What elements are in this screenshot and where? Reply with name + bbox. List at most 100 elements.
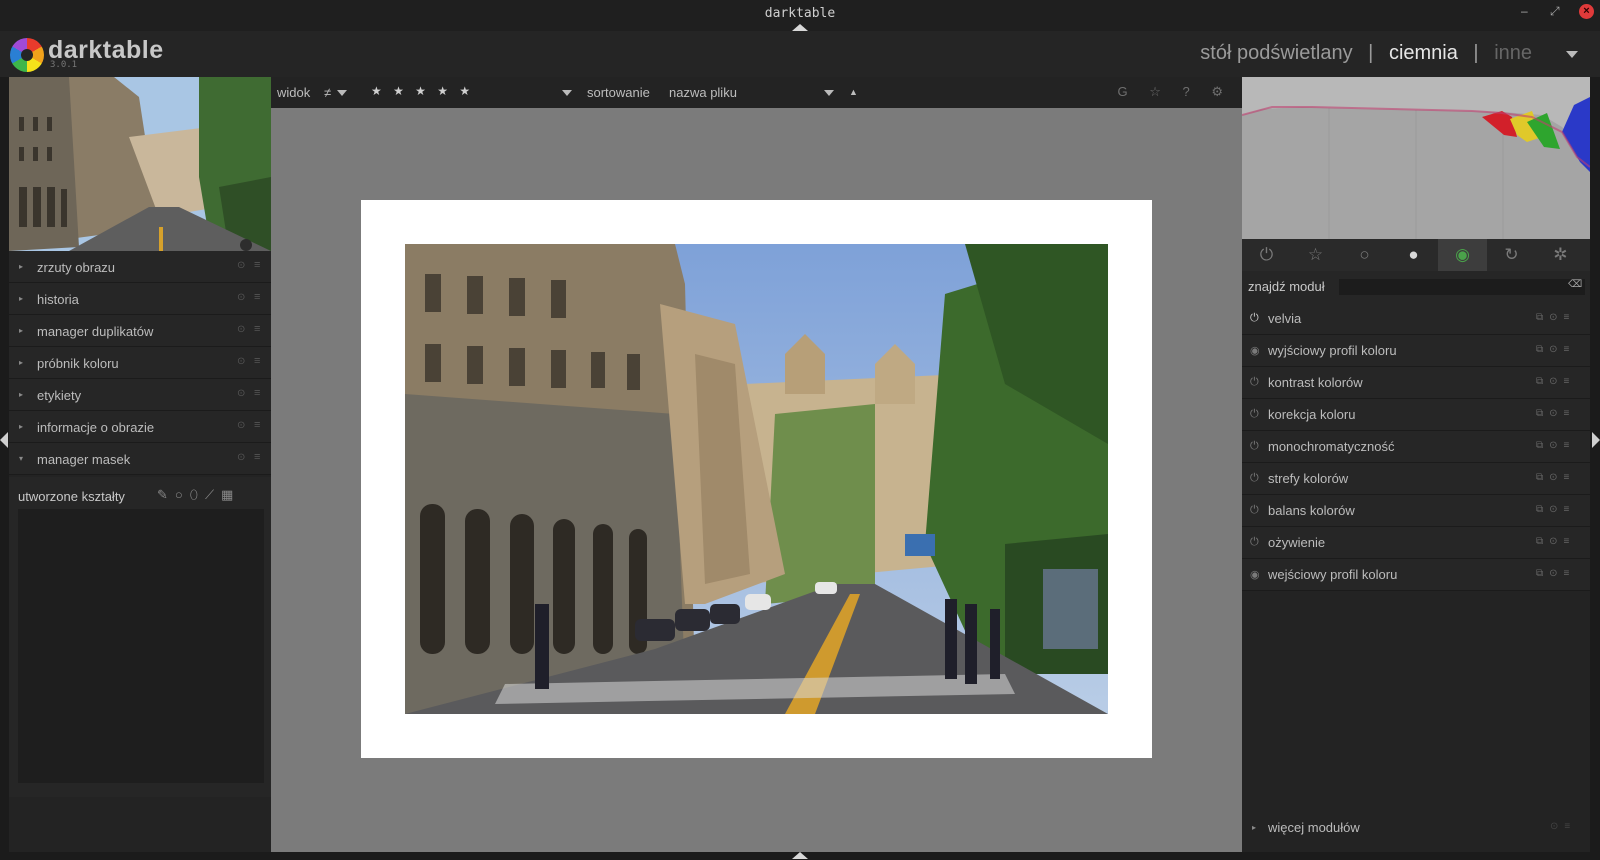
module-power-icon[interactable]: ⏻ [1250,376,1259,389]
reset-icon[interactable]: ⊙ [237,356,245,367]
module-action-icons[interactable]: ⧉⊙≡ [1536,440,1575,451]
more-modules-label: więcej modułów [1268,820,1360,835]
module-label: strefy kolorów [1268,471,1349,486]
view-other[interactable]: inne [1494,42,1532,64]
reset-icon[interactable]: ⊙ [237,452,245,463]
view-darkroom[interactable]: ciemnia [1389,42,1458,64]
module-color-contrast[interactable]: ⏻ kontrast kolorów ⧉⊙≡ [1242,367,1590,399]
navigation-thumbnail[interactable] [9,77,271,251]
topbar-right-icons[interactable]: G ☆ ? ⚙ [1118,84,1233,100]
left-panel-toggle-icon[interactable] [0,432,8,448]
tone-icon[interactable]: ● [1389,239,1438,271]
module-power-icon[interactable]: ⏻ [1250,472,1259,485]
module-duplicate-manager[interactable]: ▸ manager duplikatów ⊙ ≡ [9,315,271,347]
module-action-icons[interactable]: ⧉⊙≡ [1536,472,1575,483]
module-action-icons[interactable]: ⧉⊙≡ [1536,408,1575,419]
module-velvia[interactable]: ⏻ velvia ⧉⊙≡ [1242,303,1590,335]
rating-filter-stars[interactable]: ★ ★ ★ ★ ★ [371,84,474,98]
module-label: velvia [1268,311,1302,326]
reset-icon[interactable]: ⊙ [237,292,245,303]
presets-icon[interactable]: ≡ [254,355,260,367]
module-color-picker[interactable]: ▸ próbnik koloru ⊙ ≡ [9,347,271,379]
expand-arrow-icon: ▸ [19,390,24,399]
module-vibrance[interactable]: ⏻ ożywienie ⧉⊙≡ [1242,527,1590,559]
rating-dropdown-icon[interactable] [562,90,572,96]
sort-select[interactable]: nazwa pliku [669,85,737,100]
reset-icon[interactable]: ⊙ [237,420,245,431]
gradient-shape-icon[interactable]: ⟋ [205,487,221,502]
module-monochrome[interactable]: ⏻ monochromatyczność ⧉⊙≡ [1242,431,1590,463]
circle-shape-icon[interactable]: ○ [175,487,190,502]
view-lighttable[interactable]: stół podświetlany [1200,42,1352,64]
presets-icon[interactable]: ≡ [254,323,260,335]
reset-icon[interactable]: ⊙ [237,388,245,399]
module-always-on-icon: ◉ [1250,345,1260,357]
path-icon[interactable]: ✎ [157,487,175,502]
module-image-information[interactable]: ▸ informacje o obrazie ⊙ ≡ [9,411,271,443]
more-modules[interactable]: ▸ więcej modułów ⊙≡ [1242,813,1590,843]
color-icon[interactable]: ◉ [1438,239,1487,271]
presets-icon[interactable]: ≡ [254,387,260,399]
presets-icon[interactable]: ≡ [254,291,260,303]
module-mask-manager[interactable]: ▾ manager masek ⊙ ≡ [9,443,271,475]
sort-label: sortowanie [587,85,650,100]
module-action-icons[interactable]: ⧉⊙≡ [1536,344,1575,355]
histogram[interactable] [1242,77,1590,239]
brush-shape-icon[interactable]: ▦ [221,487,240,502]
module-color-balance[interactable]: ⏻ balans kolorów ⧉⊙≡ [1242,495,1590,527]
module-history[interactable]: ▸ historia ⊙ ≡ [9,283,271,315]
edited-photo[interactable] [405,244,1108,714]
effect-icon[interactable]: ✲ [1536,239,1585,271]
clear-search-icon[interactable]: ⌫ [1568,279,1582,290]
module-power-icon[interactable]: ⏻ [1250,504,1259,517]
circle-icon[interactable]: ○ [1340,239,1389,271]
module-action-icons[interactable]: ⧉⊙≡ [1536,504,1575,515]
image-canvas[interactable] [361,200,1152,758]
module-enabled-icon[interactable]: ⏻ [1250,312,1259,325]
module-search: znajdź moduł ⌫ [1242,271,1590,303]
presets-icon[interactable]: ≡ [254,419,260,431]
module-color-zones[interactable]: ⏻ strefy kolorów ⧉⊙≡ [1242,463,1590,495]
module-search-label: znajdź moduł [1248,279,1325,294]
shapes-list[interactable] [18,509,264,783]
module-action-icons[interactable]: ⧉⊙≡ [1536,312,1575,323]
sort-dropdown-icon[interactable] [824,90,834,96]
correct-icon[interactable]: ↻ [1487,239,1536,271]
module-label: ożywienie [1268,535,1326,550]
comparator-select[interactable]: ≠ [324,85,331,100]
module-search-input[interactable] [1339,279,1585,295]
maximize-button[interactable]: ⤢ [1550,4,1560,19]
module-action-icons[interactable]: ⧉⊙≡ [1536,376,1575,387]
close-button[interactable]: × [1579,4,1594,19]
star-icon[interactable]: ☆ [1291,239,1340,271]
expand-arrow-icon: ▸ [19,358,24,367]
module-power-icon[interactable]: ⏻ [1250,440,1259,453]
module-action-icons[interactable]: ⧉⊙≡ [1536,536,1575,547]
module-color-correction[interactable]: ⏻ korekcja koloru ⧉⊙≡ [1242,399,1590,431]
views-dropdown-icon[interactable] [1566,51,1578,58]
comparator-dropdown-icon[interactable] [337,90,347,96]
reset-icon[interactable]: ⊙ [237,260,245,271]
module-tagging[interactable]: ▸ etykiety ⊙ ≡ [9,379,271,411]
power-icon[interactable]: ⏻ [1242,239,1291,271]
module-action-icons[interactable]: ⧉⊙≡ [1536,568,1575,579]
bottom-panel-toggle-icon[interactable] [792,852,808,859]
top-panel-toggle-icon[interactable] [792,24,808,31]
sort-direction-button[interactable]: ▲ [849,87,858,97]
module-power-icon[interactable]: ⏻ [1250,536,1259,549]
module-snapshots[interactable]: ▸ zrzuty obrazu ⊙ ≡ [9,251,271,283]
ellipse-shape-icon[interactable]: ⬯ [190,487,205,502]
window-titlebar: darktable – ⤢ × [0,0,1600,31]
presets-icon[interactable]: ≡ [254,259,260,271]
presets-icon[interactable]: ≡ [254,451,260,463]
module-action-icons[interactable]: ⊙≡ [1550,821,1576,832]
expand-arrow-icon: ▸ [19,326,24,335]
module-power-icon[interactable]: ⏻ [1250,408,1259,421]
minimize-button[interactable]: – [1521,4,1528,18]
right-panel-toggle-icon[interactable] [1592,432,1600,448]
module-input-color-profile[interactable]: ◉ wejściowy profil koloru ⧉⊙≡ [1242,559,1590,591]
module-output-color-profile[interactable]: ◉ wyjściowy profil koloru ⧉⊙≡ [1242,335,1590,367]
module-always-on-icon: ◉ [1250,569,1260,581]
reset-icon[interactable]: ⊙ [237,324,245,335]
left-panel: ▸ zrzuty obrazu ⊙ ≡ ▸ historia ⊙ ≡ ▸ man… [9,77,271,852]
